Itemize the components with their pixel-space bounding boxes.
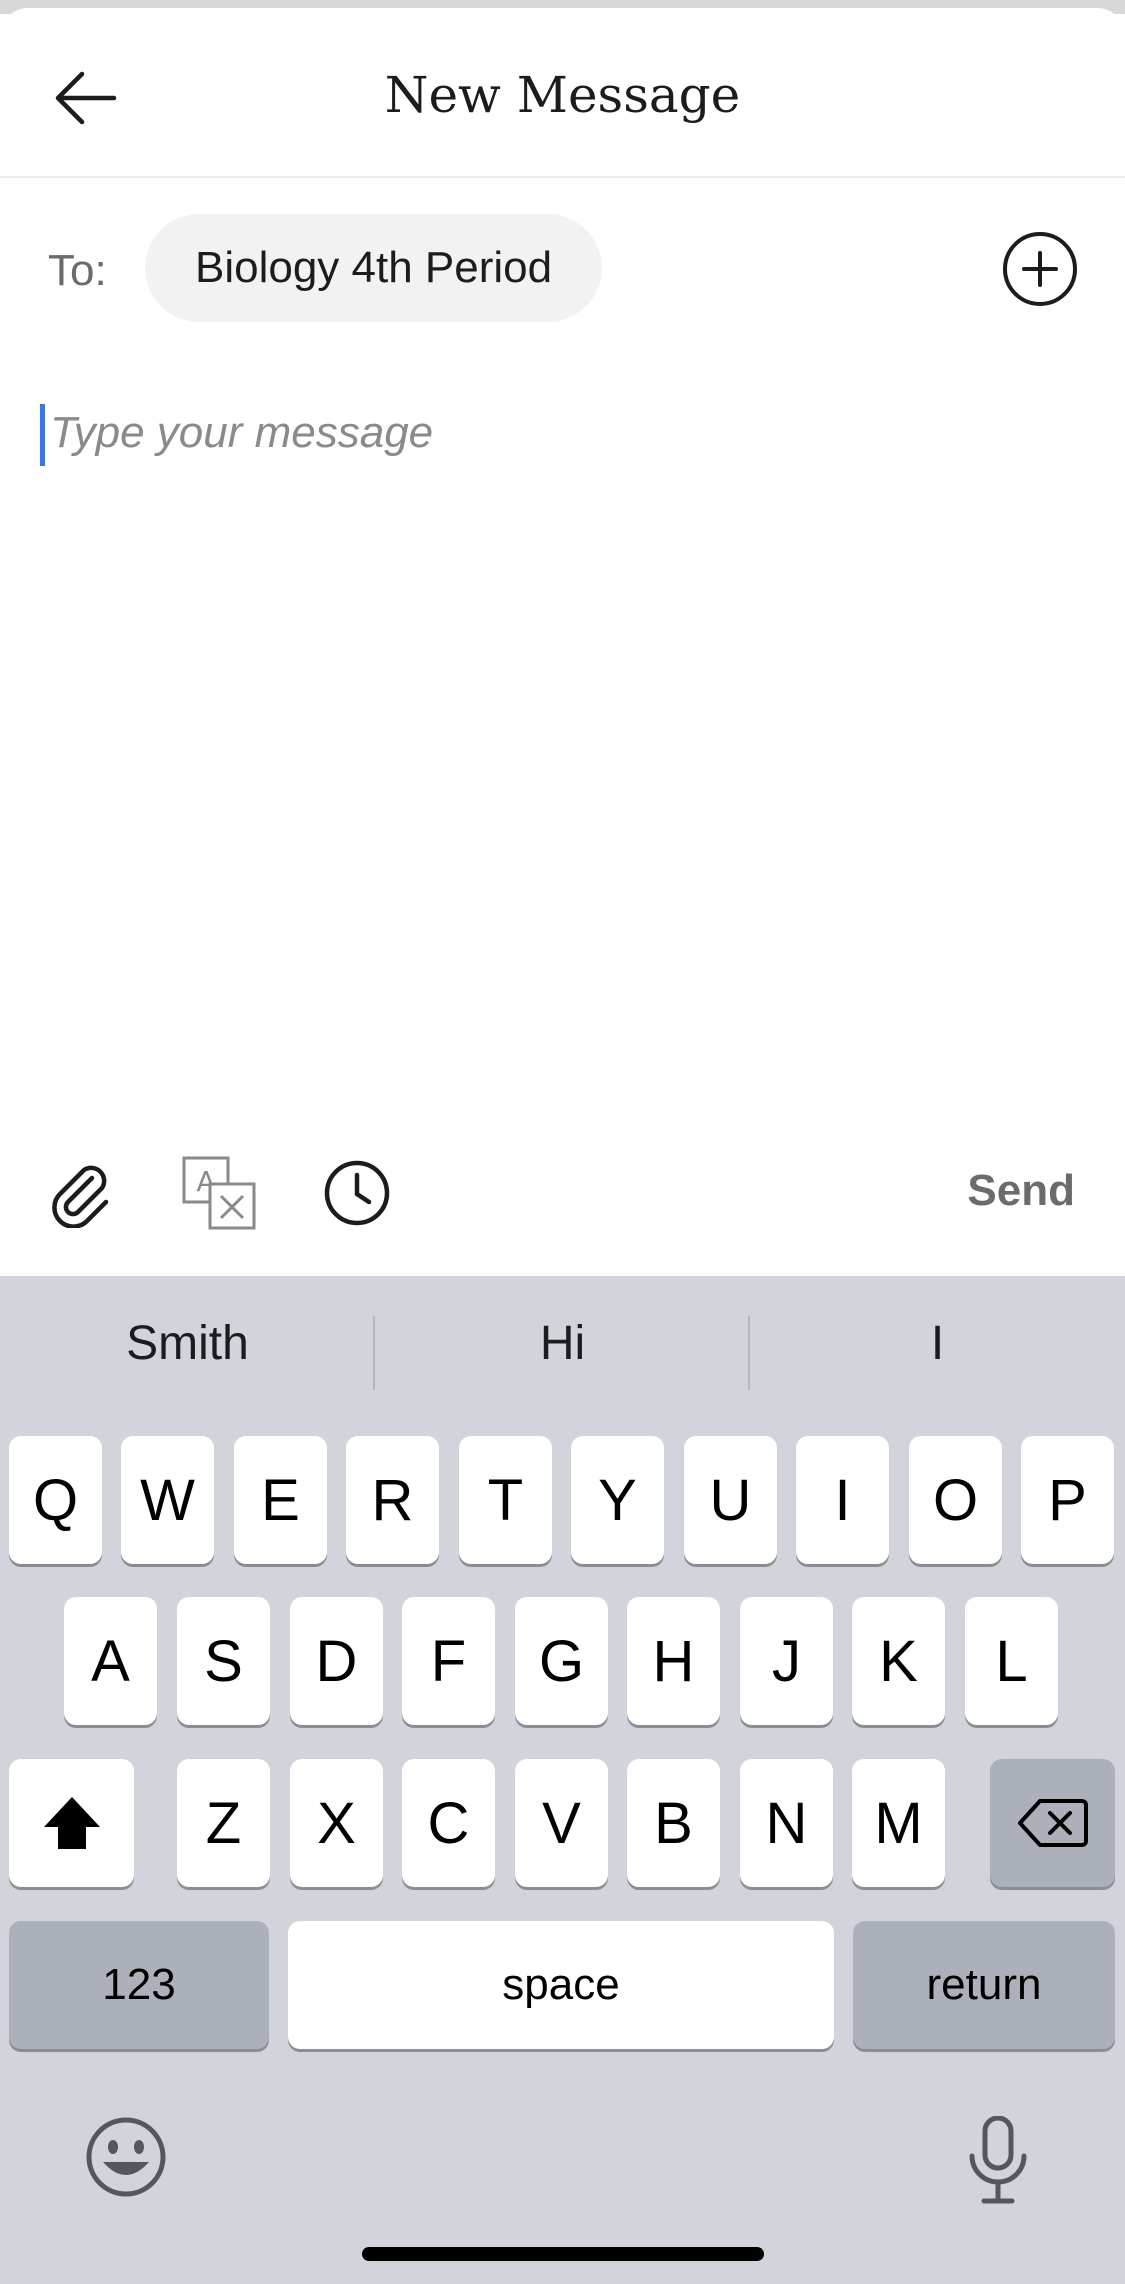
key-z[interactable]: Z: [177, 1759, 270, 1887]
key-r[interactable]: R: [346, 1436, 439, 1564]
key-t[interactable]: T: [459, 1436, 552, 1564]
home-indicator: [362, 2247, 764, 2261]
key-f[interactable]: F: [402, 1597, 495, 1725]
backspace-icon: [1017, 1799, 1088, 1847]
key-e[interactable]: E: [234, 1436, 327, 1564]
key-n[interactable]: N: [740, 1759, 833, 1887]
key-i[interactable]: I: [796, 1436, 889, 1564]
shift-icon: [43, 1797, 100, 1849]
header: New Message: [0, 8, 1125, 178]
key-j[interactable]: J: [740, 1597, 833, 1725]
key-g[interactable]: G: [515, 1597, 608, 1725]
key-a[interactable]: A: [64, 1597, 157, 1725]
paperclip-icon: [52, 1165, 109, 1228]
schedule-button[interactable]: [312, 1148, 402, 1238]
suggestion-bar: Smith Hi I: [0, 1276, 1125, 1426]
text-caret: [40, 404, 45, 466]
to-label: To:: [48, 246, 107, 295]
message-input[interactable]: Type your message: [40, 400, 1085, 1100]
key-m[interactable]: M: [852, 1759, 945, 1887]
key-q[interactable]: Q: [9, 1436, 102, 1564]
emoji-icon: [86, 2117, 166, 2197]
key-c[interactable]: C: [402, 1759, 495, 1887]
message-placeholder: Type your message: [50, 408, 434, 457]
key-o[interactable]: O: [909, 1436, 1002, 1564]
recipient-chip-label: Biology 4th Period: [195, 243, 553, 292]
suggestion-3[interactable]: I: [750, 1316, 1125, 1371]
plus-icon: [1022, 251, 1058, 287]
key-b[interactable]: B: [627, 1759, 720, 1887]
numbers-key[interactable]: 123: [9, 1921, 269, 2049]
microphone-icon: [969, 2115, 1027, 2204]
dictation-button[interactable]: [966, 2115, 1030, 2209]
add-recipient-button[interactable]: [1003, 232, 1077, 306]
suggestion-2[interactable]: Hi: [375, 1316, 750, 1371]
key-d[interactable]: D: [290, 1597, 383, 1725]
key-h[interactable]: H: [627, 1597, 720, 1725]
clock-icon: [324, 1160, 390, 1226]
composer-toolbar: A Send: [0, 1148, 1125, 1238]
key-p[interactable]: P: [1021, 1436, 1114, 1564]
emoji-button[interactable]: [85, 2116, 167, 2203]
space-key[interactable]: space: [288, 1921, 834, 2049]
translate-icon: A: [182, 1156, 256, 1230]
shift-key[interactable]: [9, 1759, 134, 1887]
key-x[interactable]: X: [290, 1759, 383, 1887]
key-v[interactable]: V: [515, 1759, 608, 1887]
key-w[interactable]: W: [121, 1436, 214, 1564]
suggestion-1[interactable]: Smith: [0, 1316, 375, 1371]
key-y[interactable]: Y: [571, 1436, 664, 1564]
key-u[interactable]: U: [684, 1436, 777, 1564]
key-k[interactable]: K: [852, 1597, 945, 1725]
key-l[interactable]: L: [965, 1597, 1058, 1725]
translate-button[interactable]: A: [174, 1148, 264, 1238]
recipient-row: To: Biology 4th Period: [0, 214, 1125, 322]
send-button[interactable]: Send: [967, 1166, 1075, 1216]
attach-button[interactable]: [36, 1148, 126, 1238]
page-title: New Message: [384, 66, 741, 124]
backspace-key[interactable]: [990, 1759, 1115, 1887]
key-s[interactable]: S: [177, 1597, 270, 1725]
return-key[interactable]: return: [853, 1921, 1115, 2049]
recipient-chip[interactable]: Biology 4th Period: [145, 214, 603, 322]
